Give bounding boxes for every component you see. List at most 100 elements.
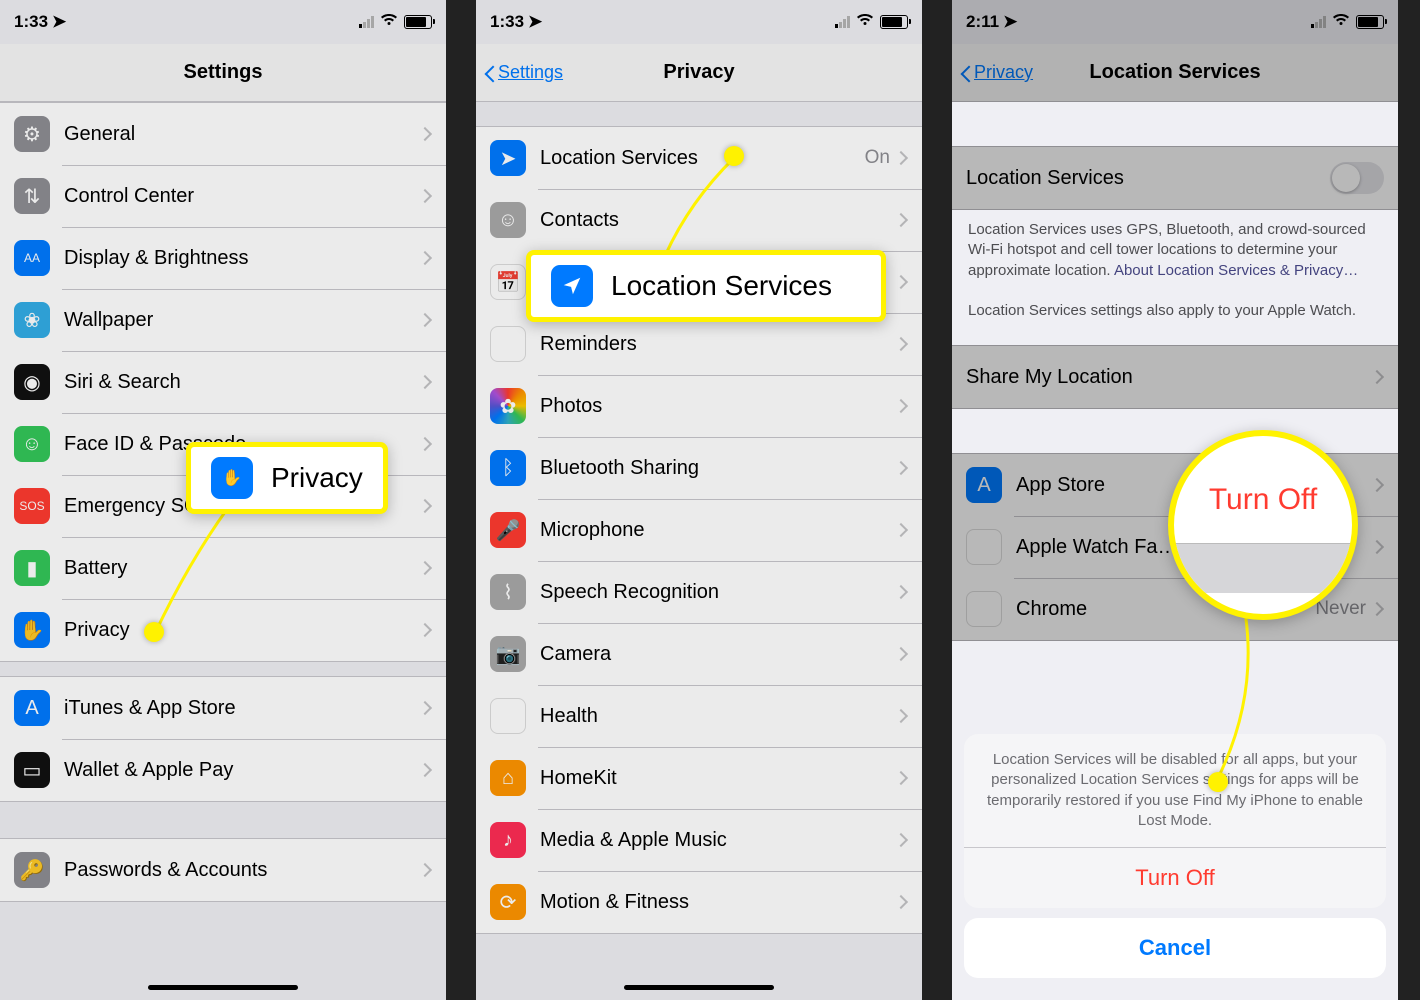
row-label: Microphone xyxy=(540,519,896,542)
row-label: Reminders xyxy=(540,333,896,356)
back-button[interactable]: Privacy xyxy=(960,62,1033,83)
row-label: Motion & Fitness xyxy=(540,891,896,914)
status-bar: 1:33➤ xyxy=(476,0,922,44)
callout-privacy: ✋ Privacy xyxy=(186,442,388,514)
row-homekit[interactable]: ⌂ HomeKit xyxy=(476,747,922,809)
callout-label: Location Services xyxy=(611,270,832,302)
row-wallpaper[interactable]: ❀Wallpaper xyxy=(0,289,446,351)
row-share-my-location[interactable]: Share My Location xyxy=(952,346,1398,408)
toggle-label: Location Services xyxy=(966,167,1330,190)
chevron-left-icon xyxy=(960,63,972,83)
speech-icon: ⌇ xyxy=(490,574,526,610)
sheet-cancel-button[interactable]: Cancel xyxy=(964,918,1386,978)
row-battery[interactable]: ▮Battery xyxy=(0,537,446,599)
row-camera[interactable]: 📷 Camera xyxy=(476,623,922,685)
chevron-right-icon xyxy=(418,499,432,513)
row-display-brightness[interactable]: AA Display & Brightness xyxy=(0,227,446,289)
row-control-center[interactable]: ⇅Control Center xyxy=(0,165,446,227)
camera-icon: 📷 xyxy=(490,636,526,672)
textsize-icon: AA xyxy=(14,240,50,276)
calendar-icon: 📅 xyxy=(490,264,526,300)
row-privacy[interactable]: ✋ Privacy xyxy=(0,599,446,661)
status-time: 1:33 xyxy=(14,12,48,32)
status-bar: 1:33➤ xyxy=(0,0,446,44)
chevron-right-icon xyxy=(894,151,908,165)
location-arrow-icon: ➤ xyxy=(1003,12,1017,32)
location-arrow-icon: ➤ xyxy=(52,12,66,32)
row-label: Control Center xyxy=(64,185,420,208)
row-label: Privacy xyxy=(64,619,420,642)
row-siri-search[interactable]: ◉Siri & Search xyxy=(0,351,446,413)
callout-label: Privacy xyxy=(271,462,363,494)
hand-icon: ✋ xyxy=(14,612,50,648)
home-indicator xyxy=(624,985,774,990)
about-link[interactable]: About Location Services & Privacy… xyxy=(1114,262,1358,279)
sheet-message: Location Services will be disabled for a… xyxy=(964,734,1386,847)
row-passwords-accounts[interactable]: 🔑Passwords & Accounts xyxy=(0,839,446,901)
row-contacts[interactable]: ☺Contacts xyxy=(476,189,922,251)
callout-label: Turn Off xyxy=(1209,483,1317,517)
chevron-right-icon xyxy=(418,127,432,141)
row-media-apple-music[interactable]: ♪Media & Apple Music xyxy=(476,809,922,871)
row-label: General xyxy=(64,123,420,146)
status-time: 1:33 xyxy=(490,12,524,32)
screenshot-location-services: 2:11➤ Privacy Location Services Location… xyxy=(952,0,1398,1000)
callout-location-services: Location Services xyxy=(526,250,886,322)
row-itunes-app-store[interactable]: AiTunes & App Store xyxy=(0,677,446,739)
battery-icon xyxy=(404,15,432,29)
row-wallet-apple-pay[interactable]: ▭ Wallet & Apple Pay xyxy=(0,739,446,801)
row-label: Battery xyxy=(64,557,420,580)
chevron-right-icon xyxy=(894,523,908,537)
highlight-dot xyxy=(144,622,164,642)
row-location-services[interactable]: ➤Location ServicesOn xyxy=(476,127,922,189)
row-label: Camera xyxy=(540,643,896,666)
row-motion-fitness[interactable]: ⟳ Motion & Fitness xyxy=(476,871,922,933)
wallet-icon: ▭ xyxy=(14,752,50,788)
row-label: HomeKit xyxy=(540,767,896,790)
home-indicator xyxy=(148,985,298,990)
row-label: Share My Location xyxy=(966,366,1372,389)
row-microphone[interactable]: 🎤Microphone xyxy=(476,499,922,561)
back-button[interactable]: Settings xyxy=(484,62,563,83)
row-speech-recognition[interactable]: ⌇Speech Recognition xyxy=(476,561,922,623)
row-label: Wallet & Apple Pay xyxy=(64,759,420,782)
faceid-icon: ☺ xyxy=(14,426,50,462)
row-photos[interactable]: ✿Photos xyxy=(476,375,922,437)
settings-group-2: AiTunes & App Store ▭ Wallet & Apple Pay xyxy=(0,676,446,802)
sheet-turn-off-button[interactable]: Turn Off xyxy=(964,848,1386,908)
photos-icon: ✿ xyxy=(490,388,526,424)
motion-icon: ⟳ xyxy=(490,884,526,920)
highlight-dot xyxy=(1208,772,1228,792)
row-label: Display & Brightness xyxy=(64,247,420,270)
chevron-right-icon xyxy=(894,647,908,661)
wifi-icon xyxy=(1332,12,1350,32)
row-bluetooth-sharing[interactable]: ᛒBluetooth Sharing xyxy=(476,437,922,499)
chevron-right-icon xyxy=(418,701,432,715)
nav-title: Settings xyxy=(184,61,263,84)
status-bar: 2:11➤ xyxy=(952,0,1398,44)
battery-icon xyxy=(880,15,908,29)
chevron-right-icon xyxy=(418,313,432,327)
wifi-icon xyxy=(380,12,398,32)
reminders-icon: ≡ xyxy=(490,326,526,362)
screenshot-privacy: 1:33➤ Settings Privacy ➤Location Service… xyxy=(476,0,922,1000)
row-location-services-toggle[interactable]: Location Services xyxy=(952,147,1398,209)
row-label: Media & Apple Music xyxy=(540,829,896,852)
settings-group-1: ⚙︎General⇅Control Center AA Display & Brig… xyxy=(0,102,446,662)
chrome-icon: ◯ xyxy=(966,591,1002,627)
chevron-right-icon xyxy=(418,863,432,877)
row-health[interactable]: ♥Health xyxy=(476,685,922,747)
row-label: Passwords & Accounts xyxy=(64,859,420,882)
row-general[interactable]: ⚙︎General xyxy=(0,103,446,165)
homekit-icon: ⌂ xyxy=(490,760,526,796)
chevron-right-icon xyxy=(894,275,908,289)
toggle-switch[interactable] xyxy=(1330,162,1384,194)
row-value: On xyxy=(865,147,890,169)
callout-turn-off: Turn Off xyxy=(1168,430,1358,620)
wifi-icon xyxy=(856,12,874,32)
hand-icon: ✋ xyxy=(211,457,253,499)
row-reminders[interactable]: ≡ Reminders xyxy=(476,313,922,375)
sos-icon: SOS xyxy=(14,488,50,524)
settings-group-3: 🔑Passwords & Accounts xyxy=(0,838,446,902)
chevron-right-icon xyxy=(1370,602,1384,616)
